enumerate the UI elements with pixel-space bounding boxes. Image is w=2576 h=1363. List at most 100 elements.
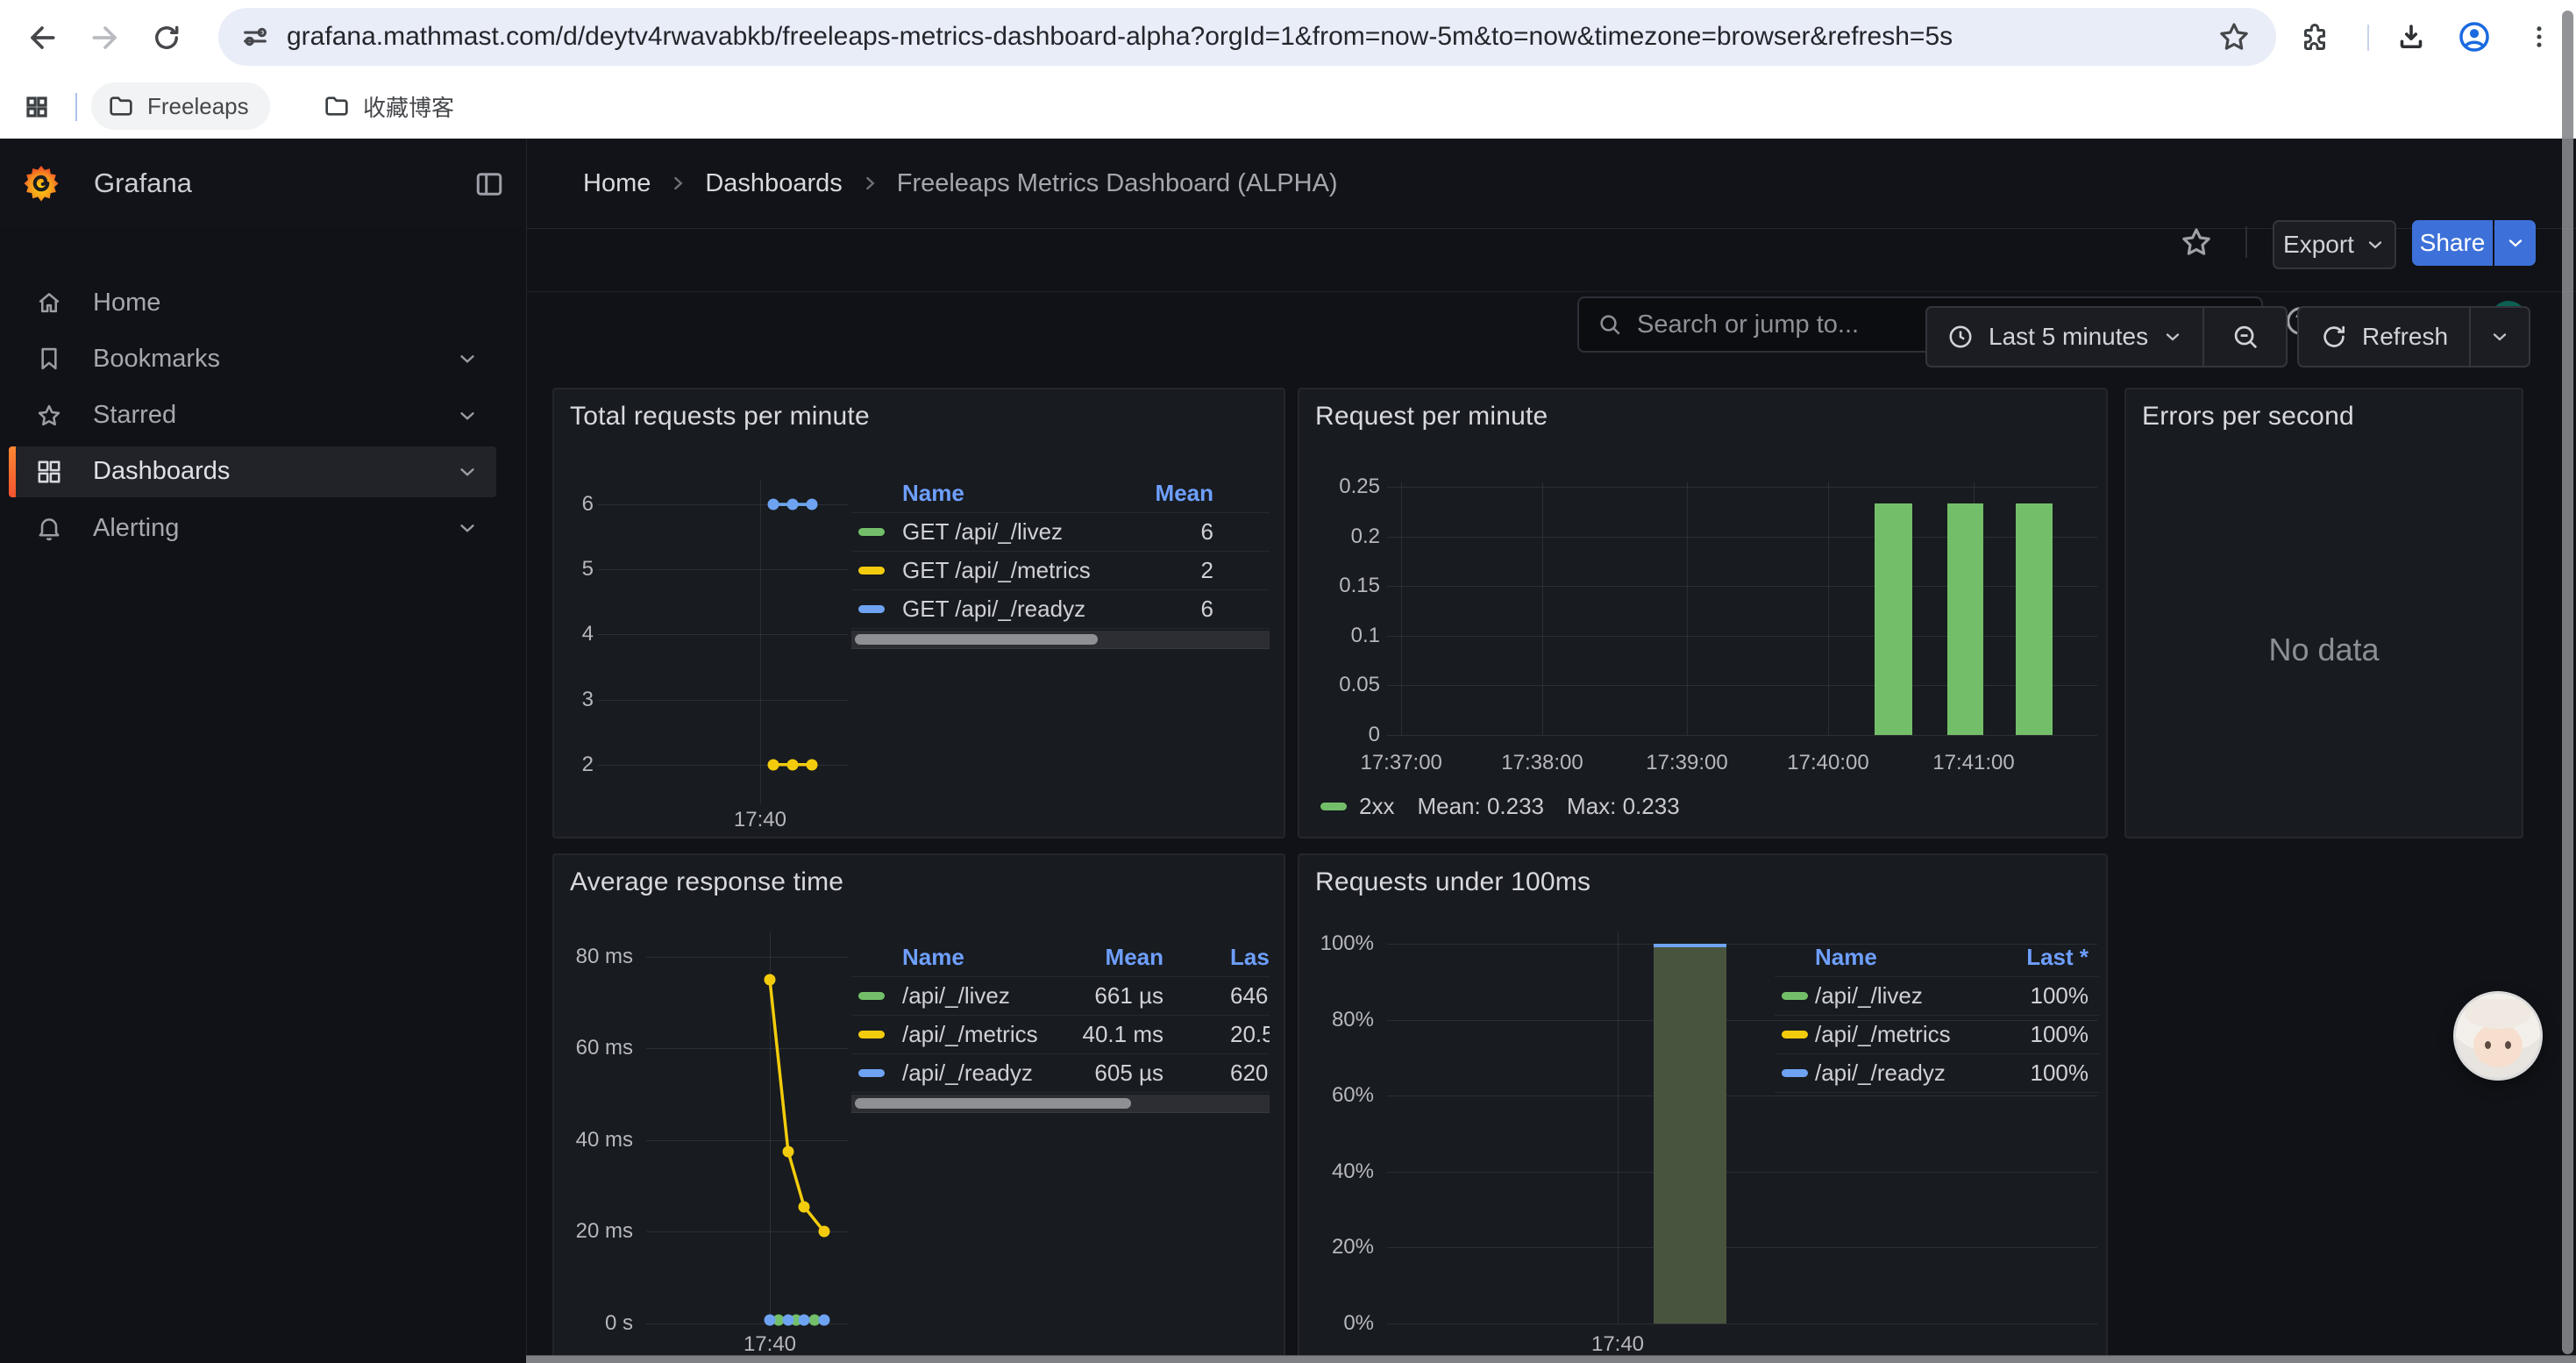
panel-request-per-minute: Request per minute 0.250.20.150.10.050 1… xyxy=(1298,388,2108,838)
legend-hscrollbar[interactable] xyxy=(851,631,1270,649)
share-dropdown-button[interactable] xyxy=(2494,220,2536,266)
panel-title[interactable]: Request per minute xyxy=(1315,402,1548,432)
chevron-down-icon xyxy=(456,404,479,427)
favorite-star-icon[interactable] xyxy=(2177,223,2216,261)
legend-mean: 605 µs xyxy=(1058,1060,1163,1087)
chevron-down-icon xyxy=(2162,326,2183,347)
time-range-picker[interactable]: Last 5 minutes xyxy=(1925,306,2288,368)
menu-dots-icon[interactable] xyxy=(2522,19,2557,54)
series-color-swatch xyxy=(1782,1031,1808,1038)
url-bar[interactable]: grafana.mathmast.com/d/deytv4rwavabkb/fr… xyxy=(218,8,2276,66)
download-icon[interactable] xyxy=(2394,19,2429,54)
legend-column-header[interactable]: Name xyxy=(1815,944,1990,971)
legend-column-header[interactable]: Mean xyxy=(1129,480,1213,507)
toolbar-border xyxy=(527,291,2576,292)
search-icon xyxy=(1597,311,1623,338)
legend-row[interactable]: GET /api/_/livez6 xyxy=(851,513,1270,552)
data-point xyxy=(764,1315,775,1326)
panel-title[interactable]: Average response time xyxy=(570,867,843,897)
site-settings-icon[interactable] xyxy=(238,19,273,54)
sidebar-item-dashboards[interactable]: Dashboards xyxy=(9,446,496,497)
refresh-button[interactable]: Refresh xyxy=(2297,306,2530,368)
bookmarks-divider xyxy=(75,93,77,121)
legend-column-header[interactable]: Last * xyxy=(1990,944,2089,971)
back-icon[interactable] xyxy=(25,20,60,55)
legend-row[interactable]: /api/_/livez661 µs646 µs xyxy=(851,977,1270,1016)
apps-grid-icon[interactable] xyxy=(21,91,53,123)
legend-row[interactable]: /api/_/readyz100% xyxy=(1775,1054,2099,1093)
legend-row[interactable]: GET /api/_/metrics2 xyxy=(851,552,1270,590)
legend-row[interactable]: /api/_/metrics40.1 ms20.5 ms xyxy=(851,1016,1270,1054)
y-tick-label: 0.1 xyxy=(1351,624,1380,648)
legend-row[interactable]: /api/_/livez100% xyxy=(1775,977,2099,1016)
legend-table: NameMeanGET /api/_/livez6GET /api/_/metr… xyxy=(851,475,1270,649)
avatar-face xyxy=(2473,1024,2523,1067)
breadcrumb-current: Freeleaps Metrics Dashboard (ALPHA) xyxy=(897,169,1338,198)
active-accent-bar xyxy=(9,446,16,497)
horizontal-scrollbar[interactable] xyxy=(526,1355,2576,1363)
series-color-swatch xyxy=(858,567,885,574)
bookmark-star-icon[interactable] xyxy=(2217,19,2252,54)
panel-title[interactable]: Errors per second xyxy=(2142,402,2354,432)
share-button[interactable]: Share xyxy=(2412,220,2493,266)
legend-name: /api/_/metrics xyxy=(1815,1021,1990,1048)
home-icon xyxy=(35,289,63,317)
refresh-interval-dropdown[interactable] xyxy=(2471,326,2529,347)
y-tick-label: 100% xyxy=(1320,931,1374,956)
legend-row[interactable]: GET /api/_/readyz6 xyxy=(851,590,1270,629)
floating-avatar[interactable] xyxy=(2456,994,2540,1078)
y-tick-label: 80% xyxy=(1332,1008,1374,1032)
chevron-down-icon xyxy=(456,517,479,539)
breadcrumb-home[interactable]: Home xyxy=(583,169,651,198)
data-point xyxy=(806,759,817,770)
legend-column-header[interactable]: Name xyxy=(902,944,1058,971)
legend-name: GET /api/_/readyz xyxy=(902,596,1129,623)
legend-row[interactable]: /api/_/readyz605 µs620 µs xyxy=(851,1054,1270,1093)
data-point xyxy=(768,759,779,770)
legend[interactable]: 2xx Mean: 0.233 Max: 0.233 xyxy=(1320,793,1680,820)
y-tick-label: 0% xyxy=(1343,1311,1374,1336)
dock-sidebar-icon[interactable] xyxy=(472,167,507,202)
data-point xyxy=(782,1145,793,1157)
legend-name: /api/_/readyz xyxy=(902,1060,1058,1087)
legend-table: NameMeanLast * /api/_/livez661 µs646 µs/a… xyxy=(851,938,1270,1113)
legend-column-header[interactable]: Mean xyxy=(1058,944,1163,971)
x-axis-labels: 17:37:0017:38:0017:39:0017:40:0017:41:00 xyxy=(1387,747,2097,775)
profile-icon[interactable] xyxy=(2455,18,2494,56)
y-tick-label: 20 ms xyxy=(576,1219,633,1244)
legend-column-header[interactable]: Name xyxy=(902,480,1129,507)
grafana-logo[interactable] xyxy=(21,163,61,203)
vertical-scrollbar[interactable] xyxy=(2562,11,2573,1354)
legend-hscrollbar[interactable] xyxy=(851,1095,1270,1113)
data-point xyxy=(819,1315,830,1326)
data-point xyxy=(806,499,817,510)
sidebar-item-bookmarks[interactable]: Bookmarks xyxy=(9,333,496,384)
panel-title[interactable]: Total requests per minute xyxy=(570,402,870,432)
y-axis-labels: 65432 xyxy=(554,480,594,804)
extensions-icon[interactable] xyxy=(2297,19,2332,54)
legend-last: 20.5 ms xyxy=(1163,1021,1270,1048)
legend-header-row: NameMean xyxy=(851,475,1270,513)
legend-table: NameLast */api/_/livez100%/api/_/metrics… xyxy=(1775,938,2099,1093)
bookmark-label: Freeleaps xyxy=(147,93,249,120)
export-button[interactable]: Export xyxy=(2273,220,2396,269)
breadcrumb-dashboards[interactable]: Dashboards xyxy=(705,169,842,198)
legend-row[interactable]: /api/_/metrics100% xyxy=(1775,1016,2099,1054)
x-axis-labels: 17:40 xyxy=(1387,1329,2097,1355)
bookmark-item-blogs[interactable]: 收藏博客 xyxy=(307,82,475,130)
refresh-label: Refresh xyxy=(2362,323,2448,351)
brand-name[interactable]: Grafana xyxy=(94,139,192,228)
panel-title[interactable]: Requests under 100ms xyxy=(1315,867,1590,897)
forward-icon[interactable] xyxy=(88,20,123,55)
legend-column-header[interactable]: Last * xyxy=(1163,944,1270,971)
bell-icon xyxy=(35,514,63,542)
reload-icon[interactable] xyxy=(149,20,184,55)
sidebar-item-alerting[interactable]: Alerting xyxy=(9,503,496,553)
sidebar-item-home[interactable]: Home xyxy=(9,277,496,328)
url-text[interactable]: grafana.mathmast.com/d/deytv4rwavabkb/fr… xyxy=(287,22,2217,52)
zoom-out-button[interactable] xyxy=(2204,322,2286,352)
bookmark-item-freeleaps[interactable]: Freeleaps xyxy=(91,82,270,130)
sidebar-item-starred[interactable]: Starred xyxy=(9,390,496,441)
sidebar-item-label: Alerting xyxy=(93,514,456,543)
avatar-eye xyxy=(2485,1041,2491,1049)
